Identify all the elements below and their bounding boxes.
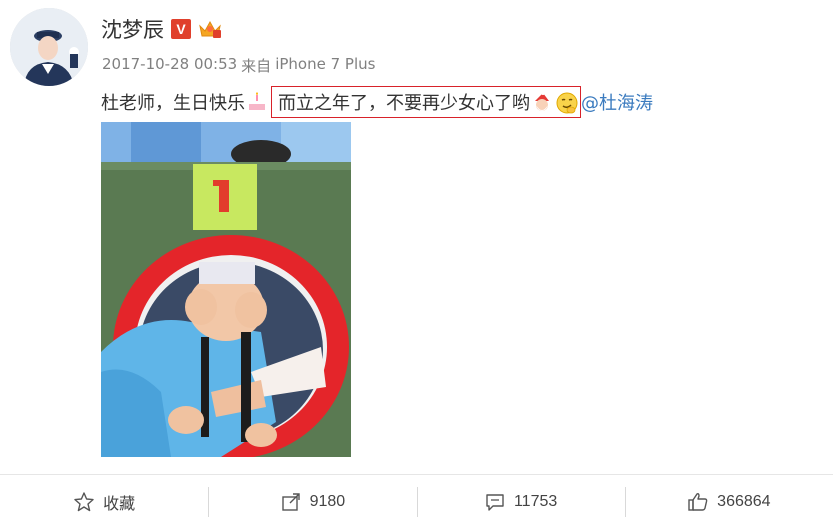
share-count: 9180 — [309, 492, 346, 510]
cake-emoji-icon — [246, 91, 268, 113]
santa-emoji-icon — [531, 91, 553, 113]
like-count: 366864 — [717, 492, 771, 510]
favorite-button[interactable]: 收藏 — [0, 475, 208, 528]
user-mention-link[interactable]: @杜海涛 — [581, 89, 653, 115]
source-device[interactable]: iPhone 7 Plus — [275, 55, 375, 76]
highlighted-text-box: 而立之年了，不要再少女心了哟 — [271, 86, 581, 118]
verified-badge-icon[interactable]: V — [171, 19, 191, 39]
post-timestamp[interactable]: 2017-10-28 00:53 — [102, 55, 237, 76]
user-name[interactable]: 沈梦辰 — [101, 14, 164, 44]
source-prefix: 来自 — [241, 57, 272, 75]
smirk-emoji-icon — [555, 91, 578, 114]
comment-icon — [486, 493, 504, 511]
share-icon — [281, 492, 300, 511]
avatar[interactable] — [10, 8, 88, 86]
like-button[interactable]: 366864 — [624, 475, 833, 528]
post-meta: 2017-10-28 00:53 来自 iPhone 7 Plus — [102, 55, 375, 76]
comment-count: 11753 — [513, 492, 558, 510]
post-action-bar: 收藏 9180 11753 366864 — [0, 474, 833, 528]
star-icon — [74, 491, 94, 511]
post-photo[interactable] — [101, 122, 351, 457]
post-text-part1: 杜老师，生日快乐 — [101, 93, 245, 114]
post-text: 杜老师，生日快乐 而立之年了，不要再少女心了哟 @杜海涛 — [101, 86, 653, 118]
comment-button[interactable]: 11753 — [416, 475, 625, 528]
favorite-label: 收藏 — [103, 495, 136, 513]
member-crown-icon[interactable] — [198, 18, 222, 40]
share-button[interactable]: 9180 — [208, 475, 416, 528]
thumb-up-icon — [688, 492, 708, 511]
user-name-row: 沈梦辰 V — [101, 14, 222, 44]
post-text-highlighted: 而立之年了，不要再少女心了哟 — [278, 93, 530, 114]
